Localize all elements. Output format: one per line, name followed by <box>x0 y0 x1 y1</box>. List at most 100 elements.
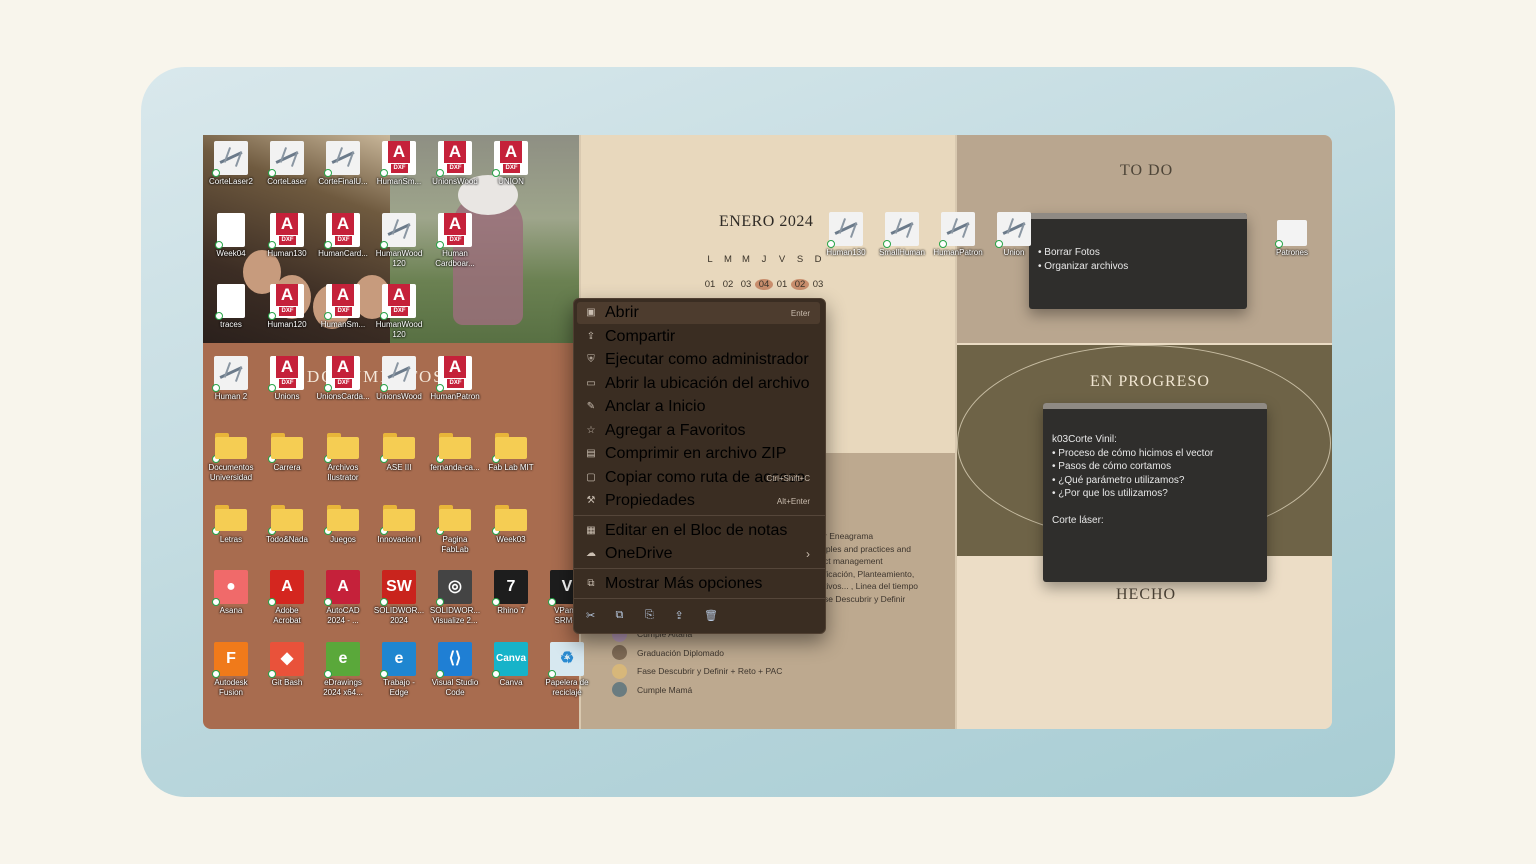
desktop-icon-visual-studio-code[interactable]: ⟨⟩ Visual Studio Code <box>427 641 483 698</box>
desktop-icon-human130[interactable]: Human130 <box>818 212 874 258</box>
desktop-icon-human120[interactable]: Human120 <box>259 284 315 330</box>
menu-item-propiedades[interactable]: ⚒ Propiedades Alt+Enter <box>577 490 820 512</box>
calendar-date[interactable]: 03 <box>809 279 827 290</box>
desktop-icon-adobe-acrobat[interactable]: A Adobe Acrobat <box>259 570 315 626</box>
desktop-icon-cortelaser[interactable]: CorteLaser <box>259 141 315 187</box>
calendar-date[interactable]: 01 <box>773 279 791 290</box>
desktop-icon-ase-iii[interactable]: ASE III <box>371 427 427 473</box>
desktop-icon-asana[interactable]: ● Asana <box>203 570 259 616</box>
desktop-icon-human130[interactable]: Human130 <box>259 212 315 259</box>
menu-item-abrir[interactable]: ▣ Abrir Enter <box>577 302 820 324</box>
desktop-icon-edrawings-2024-x64[interactable]: e eDrawings 2024 x64... <box>315 641 371 698</box>
folder-icon <box>380 499 416 535</box>
todo-note[interactable]: • Borrar Fotos • Organizar archivos <box>1029 213 1247 309</box>
menu-item-ejecutar-como-administrador[interactable]: ⛨ Ejecutar como administrador <box>577 349 820 371</box>
desktop-icon-carrera[interactable]: Carrera <box>259 427 315 473</box>
sync-check-icon <box>324 169 332 177</box>
desktop-icon-documentos-universidad[interactable]: Documentos Universidad <box>203 427 259 483</box>
calendar-date[interactable]: 03 <box>737 279 755 290</box>
desktop-icon-label: UNION <box>498 177 524 186</box>
desktop-icon-unionswood[interactable]: UnionsWood <box>427 141 483 187</box>
laser-cut-file-icon <box>939 212 975 248</box>
desktop-icon-humansm[interactable]: HumanSm... <box>315 284 371 330</box>
desktop-icon-humanwood-120[interactable]: HumanWood 120 <box>371 212 427 269</box>
desktop-icon-git-bash[interactable]: ◆ Git Bash <box>259 641 315 688</box>
desktop-icon-autocad-2024[interactable]: A AutoCAD 2024 - ... <box>315 570 371 626</box>
desktop-icon-union[interactable]: Union <box>986 212 1042 258</box>
desktop-icon-pagina-fablab[interactable]: Pagina FabLab <box>427 499 483 555</box>
desktop-icon-innovacion-i[interactable]: Innovacion I <box>371 499 427 545</box>
delete-icon[interactable]: 🗑 <box>704 609 718 622</box>
asana-icon: ● <box>212 570 248 606</box>
desktop-icon-humancard[interactable]: HumanCard... <box>315 212 371 259</box>
desktop-icon-humansm[interactable]: HumanSm... <box>371 141 427 187</box>
desktop-icon-week03[interactable]: Week03 <box>483 499 539 545</box>
desktop-icon-humanpatron[interactable]: HumanPatron <box>930 212 986 258</box>
desktop-icon-todo-nada[interactable]: Todo&Nada <box>259 499 315 545</box>
menu-item-abrir-la-ubicaci-n-del-archivo[interactable]: ▭ Abrir la ubicación del archivo <box>577 373 820 395</box>
menu-item-label: OneDrive <box>605 545 673 562</box>
desktop-icon-solidwor-2024[interactable]: SW SOLIDWOR... 2024 <box>371 570 427 626</box>
desktop-icon-smallhuman[interactable]: SmallHuman <box>874 212 930 258</box>
trabajo-edge-icon: e <box>380 641 416 678</box>
desktop-icon-human-2[interactable]: Human 2 <box>203 355 259 402</box>
desktop-icon-label: Documentos Universidad <box>208 463 254 482</box>
rename-icon[interactable]: ⎘ <box>645 609 654 622</box>
laser-cut-file-icon <box>883 212 919 248</box>
desktop-icon-trabajo-edge[interactable]: e Trabajo - Edge <box>371 641 427 698</box>
desktop-icon-solidwor-visualize-2[interactable]: ◎ SOLIDWOR... Visualize 2... <box>427 570 483 626</box>
desktop-icon-traces[interactable]: traces <box>203 284 259 330</box>
cut-icon[interactable]: ✂ <box>586 609 595 622</box>
desktop-icon-unionswood[interactable]: UnionsWood <box>371 355 427 402</box>
desktop-icon-papelera-de-reciclaje[interactable]: ♻ Papelera de reciclaje <box>539 641 595 698</box>
desktop-icon-week04[interactable]: Week04 <box>203 212 259 259</box>
menu-item-compartir[interactable]: ⇪ Compartir <box>577 326 820 348</box>
desktop-icon-label: HumanWood 120 <box>375 320 423 339</box>
laser-cut-file-icon <box>212 141 248 177</box>
menu-item-label: Anclar a Inicio <box>605 398 706 415</box>
menu-item-comprimir-en-archivo-zip[interactable]: ▤ Comprimir en archivo ZIP <box>577 443 820 465</box>
share-icon[interactable]: ⇪ <box>675 609 684 622</box>
menu-item-editar-en-el-bloc-de-notas[interactable]: ▦ Editar en el Bloc de notas <box>577 520 820 542</box>
sync-check-icon <box>883 240 891 248</box>
desktop-icon-rhino-7[interactable]: 7 Rhino 7 <box>483 570 539 616</box>
desktop-icon-label: CorteLaser2 <box>208 177 254 186</box>
desktop-icon-humanwood-120[interactable]: HumanWood 120 <box>371 284 427 340</box>
desktop-icon-fernanda-ca[interactable]: fernanda-ca... <box>427 427 483 473</box>
desktop-icon-label: SOLIDWOR... 2024 <box>373 606 425 625</box>
adobe-acrobat-icon: A <box>268 570 304 606</box>
menu-item-label: Compartir <box>605 328 676 345</box>
desktop-icon-label: HumanCard... <box>318 248 368 258</box>
desktop-icon-fab-lab-mit[interactable]: Fab Lab MIT <box>483 427 539 473</box>
menu-item-agregar-a-favoritos[interactable]: ☆ Agregar a Favoritos <box>577 420 820 442</box>
menu-item-copiar-como-ruta-de-acceso[interactable]: ▢ Copiar como ruta de acceso Ctrl+Shift+C <box>577 467 820 489</box>
desktop-icon-unionscarda[interactable]: UnionsCarda... <box>315 355 371 402</box>
copy-icon[interactable]: ⧉ <box>616 609 624 622</box>
desktop-icon-human-cardboar[interactable]: Human Cardboar... <box>427 212 483 269</box>
menu-item-onedrive[interactable]: ☁ OneDrive › <box>577 543 820 565</box>
progreso-note[interactable]: k03Corte Vinil: • Proceso de cómo hicimo… <box>1043 403 1267 582</box>
menu-item-anclar-a-inicio[interactable]: ✎ Anclar a Inicio <box>577 396 820 418</box>
calendar-date[interactable]: 02 <box>719 279 737 290</box>
sync-check-icon <box>436 169 444 177</box>
menu-item-shortcut: Enter <box>790 308 810 318</box>
desktop-icon-patrones[interactable]: Patrones <box>1264 220 1320 258</box>
calendar-date[interactable]: 01 <box>701 279 719 290</box>
desktop-icon-cortelaser2[interactable]: CorteLaser2 <box>203 141 259 187</box>
sync-check-icon <box>215 312 223 320</box>
calendar-date[interactable]: 02 <box>791 279 809 290</box>
desktop-icon-canva[interactable]: Canva Canva <box>483 641 539 688</box>
desktop-icon-cortefinalu[interactable]: CorteFinalU... <box>315 141 371 187</box>
desktop-icon-autodesk-fusion[interactable]: F Autodesk Fusion <box>203 641 259 698</box>
laser-cut-file-icon <box>212 355 248 392</box>
desktop-icon-letras[interactable]: Letras <box>203 499 259 545</box>
desktop-icon-juegos[interactable]: Juegos <box>315 499 371 545</box>
desktop-icon-archivos-ilustrator[interactable]: Archivos Ilustrator <box>315 427 371 483</box>
calendar-date[interactable]: 04 <box>755 279 773 290</box>
desktop-icon-label: UnionsWood <box>376 391 422 401</box>
desktop-icon-unions[interactable]: Unions <box>259 355 315 402</box>
desktop-icon-union[interactable]: UNION <box>483 141 539 187</box>
desktop-icon-humanpatron[interactable]: HumanPatron <box>427 355 483 402</box>
notepad-icon: ▦ <box>586 525 596 536</box>
menu-item-mostrar-m-s-opciones[interactable]: ⧉ Mostrar Más opciones <box>577 573 820 595</box>
